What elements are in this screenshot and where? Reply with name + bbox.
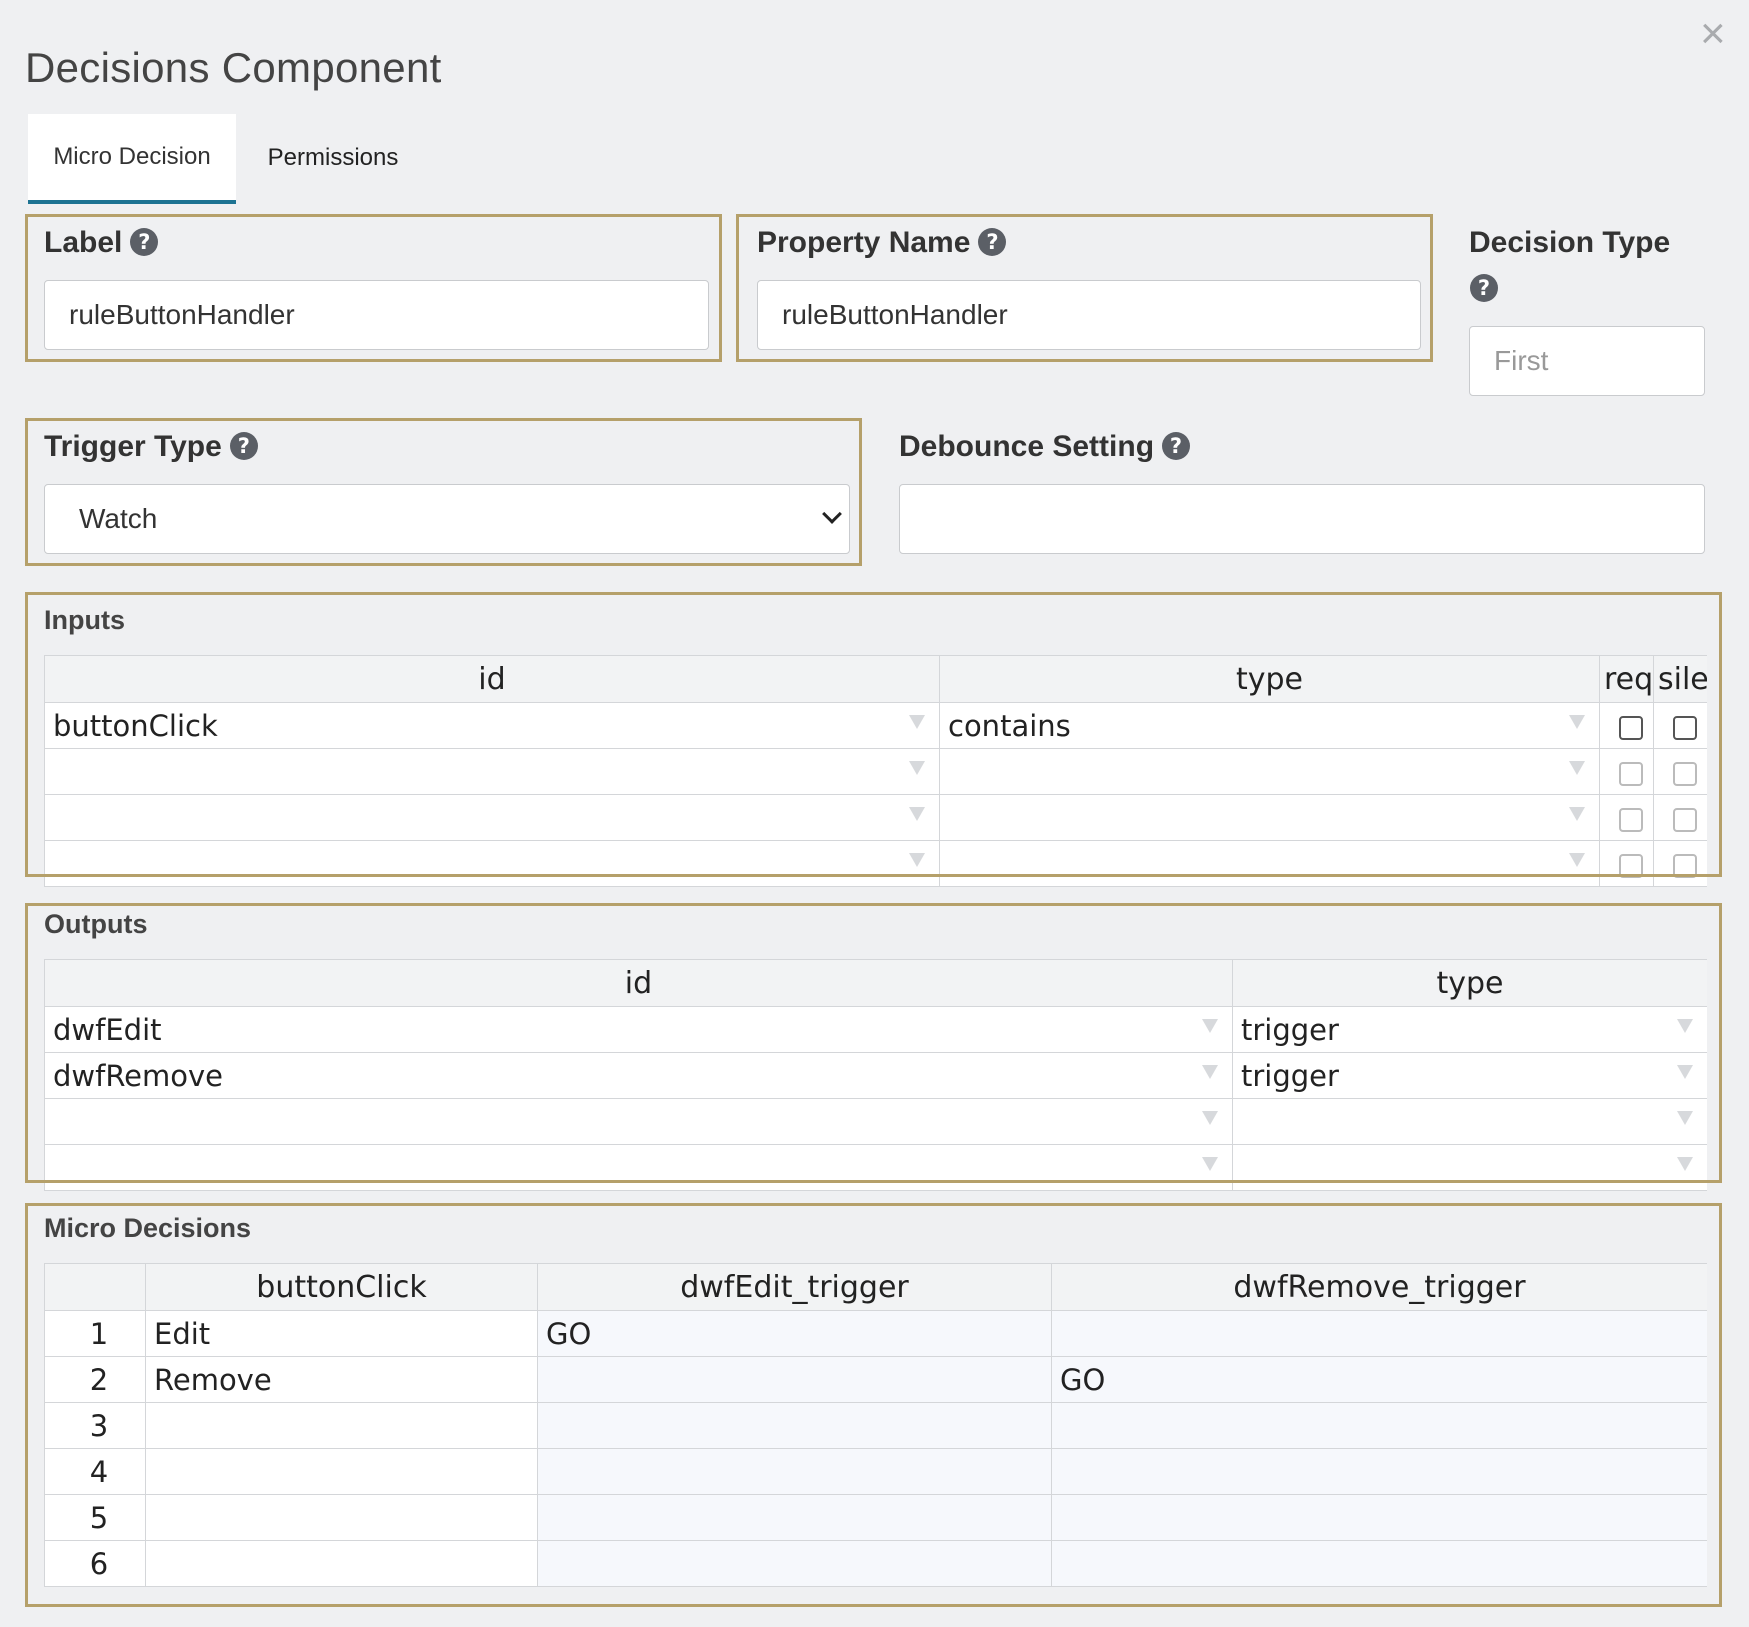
help-icon[interactable]: ? (130, 228, 159, 256)
help-icon[interactable]: ? (1162, 432, 1191, 460)
decision-type-field-label: Decision Type (1469, 226, 1671, 259)
decision-type-input: First (1469, 326, 1705, 396)
dialog-title: Decisions Component (25, 44, 442, 91)
debounce-input[interactable] (899, 484, 1705, 554)
label-input[interactable]: ruleButtonHandler (44, 280, 709, 350)
label-field-label: Label? (44, 226, 159, 260)
help-icon[interactable]: ? (978, 228, 1007, 256)
trigger-type-field-label: Trigger Type? (44, 430, 258, 464)
outputs-section-highlight (25, 903, 1722, 1183)
property-name-field-label: Property Name? (757, 226, 1007, 260)
debounce-field-label: Debounce Setting? (899, 430, 1191, 464)
tab-permissions[interactable]: Permissions (240, 114, 426, 202)
help-icon[interactable]: ? (1470, 274, 1498, 302)
inputs-section-highlight (25, 592, 1722, 877)
property-name-input[interactable]: ruleButtonHandler (757, 280, 1421, 350)
chevron-down-icon (822, 504, 842, 524)
help-icon[interactable]: ? (229, 432, 258, 460)
tab-micro-decision[interactable]: Micro Decision (28, 114, 236, 204)
trigger-type-select[interactable]: Watch (44, 484, 850, 554)
close-icon[interactable]: × (1700, 12, 1726, 56)
micro-decisions-section-highlight (25, 1203, 1722, 1607)
